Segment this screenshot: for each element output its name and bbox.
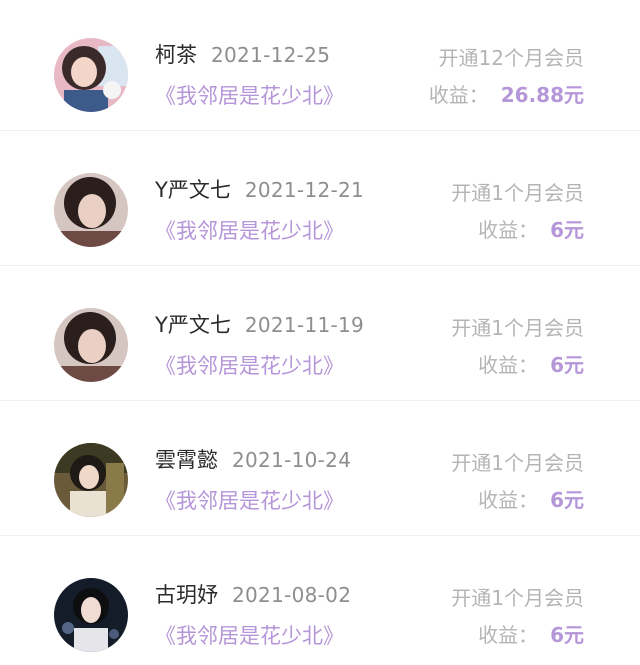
book-title-link[interactable]: 《我邻居是花少北》 xyxy=(155,622,344,650)
membership-earnings-list: 柯茶 2021-12-25 《我邻居是花少北》 开通12个月会员 收益： 26.88… xyxy=(0,0,640,665)
earning-amount: 6元 xyxy=(550,488,584,512)
user-name-text: 雲霄懿 xyxy=(155,448,218,472)
user-name: Y严文七 2021-12-21 xyxy=(155,176,364,204)
earning-label: 收益： xyxy=(428,83,489,107)
girl-portrait-pink-icon xyxy=(54,38,128,112)
avatar[interactable] xyxy=(54,308,128,382)
record-date: 2021-08-02 xyxy=(232,583,352,607)
divider xyxy=(0,535,640,536)
record-date: 2021-11-19 xyxy=(244,313,365,337)
earning: 收益： 6元 xyxy=(478,351,584,379)
girl-portrait-dark-hair-icon xyxy=(54,173,128,247)
list-item[interactable]: 雲霄懿 2021-10-24 《我邻居是花少北》 开通1个月会员 收益： 6元 xyxy=(0,405,640,540)
earning-amount: 6元 xyxy=(550,218,584,242)
list-item[interactable]: Y严文七 2021-11-19 《我邻居是花少北》 开通1个月会员 收益： 6元 xyxy=(0,270,640,405)
user-name-text: Y严文七 xyxy=(155,313,231,337)
avatar[interactable] xyxy=(54,443,128,517)
user-name-text: Y严文七 xyxy=(155,178,231,202)
membership-plan: 开通1个月会员 xyxy=(451,181,584,205)
book-title-link[interactable]: 《我邻居是花少北》 xyxy=(155,82,344,110)
avatar[interactable] xyxy=(54,578,128,652)
girl-portrait-dark-hair-icon xyxy=(54,308,128,382)
user-name-text: 古玥妤 xyxy=(155,583,218,607)
avatar[interactable] xyxy=(54,38,128,112)
membership-plan: 开通1个月会员 xyxy=(451,316,584,340)
divider xyxy=(0,130,640,131)
record-date: 2021-10-24 xyxy=(232,448,352,472)
earning: 收益： 6元 xyxy=(478,621,584,649)
user-name: Y严文七 2021-11-19 xyxy=(155,311,364,339)
earning-amount: 6元 xyxy=(550,623,584,647)
list-item[interactable]: Y严文七 2021-12-21 《我邻居是花少北》 开通1个月会员 收益： 6元 xyxy=(0,135,640,270)
girl-portrait-outdoor-icon xyxy=(54,443,128,517)
user-name: 雲霄懿 2021-10-24 xyxy=(155,446,351,474)
list-item[interactable]: 柯茶 2021-12-25 《我邻居是花少北》 开通12个月会员 收益： 26.88… xyxy=(0,0,640,135)
book-title-link[interactable]: 《我邻居是花少北》 xyxy=(155,352,344,380)
earning-amount: 26.88元 xyxy=(500,83,584,107)
earning-label: 收益： xyxy=(478,353,539,377)
divider xyxy=(0,400,640,401)
membership-plan: 开通1个月会员 xyxy=(451,586,584,610)
list-item[interactable]: 古玥妤 2021-08-02 《我邻居是花少北》 开通1个月会员 收益： 6元 xyxy=(0,540,640,665)
earning: 收益： 6元 xyxy=(478,486,584,514)
user-name: 柯茶 2021-12-25 xyxy=(155,41,330,69)
membership-plan: 开通12个月会员 xyxy=(438,46,584,70)
earning: 收益： 6元 xyxy=(478,216,584,244)
user-name: 古玥妤 2021-08-02 xyxy=(155,581,351,609)
earning-amount: 6元 xyxy=(550,353,584,377)
record-date: 2021-12-25 xyxy=(211,43,331,67)
user-name-text: 柯茶 xyxy=(155,43,197,67)
membership-plan: 开通1个月会员 xyxy=(451,451,584,475)
book-title-link[interactable]: 《我邻居是花少北》 xyxy=(155,487,344,515)
earning-label: 收益： xyxy=(478,218,539,242)
record-date: 2021-12-21 xyxy=(244,178,365,202)
girl-portrait-night-icon xyxy=(54,578,128,652)
earning: 收益： 26.88元 xyxy=(429,81,584,109)
earning-label: 收益： xyxy=(478,623,539,647)
divider xyxy=(0,265,640,266)
avatar[interactable] xyxy=(54,173,128,247)
book-title-link[interactable]: 《我邻居是花少北》 xyxy=(155,217,344,245)
earning-label: 收益： xyxy=(478,488,539,512)
